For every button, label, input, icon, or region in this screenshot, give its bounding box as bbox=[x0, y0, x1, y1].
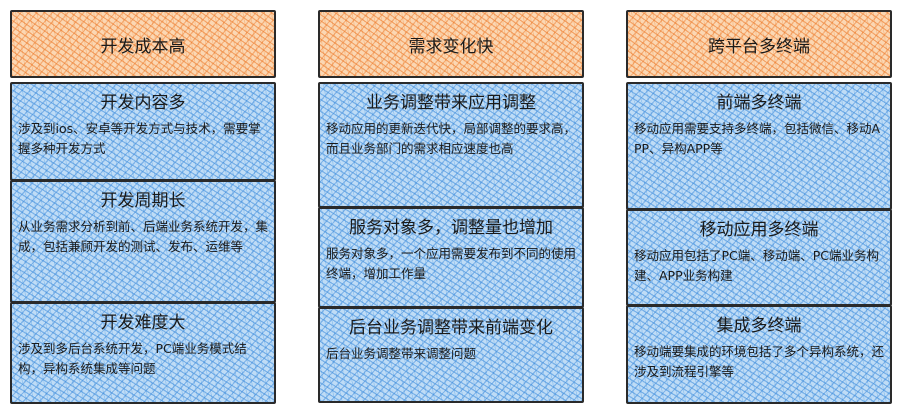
card-service-targets: 服务对象多，调整量也增加 服务对象多，一个应用需要发布到不同的使用终端，增加工作… bbox=[318, 207, 584, 308]
card-description: 涉及到ios、安卓等开发方式与技术，需要掌握多种开发方式 bbox=[18, 121, 261, 156]
card-description: 从业务需求分析到前、后端业务系统开发，集成，包括兼顾开发的测试、发布、运维等 bbox=[18, 219, 269, 254]
card-business-adjustment: 业务调整带来应用调整 移动应用的更新迭代快，局部调整的要求高，而且业务部门的需求… bbox=[318, 82, 584, 208]
card-title: 开发周期长 bbox=[100, 191, 186, 211]
column-header-label: 需求变化快 bbox=[408, 36, 494, 57]
column-header-label: 开发成本高 bbox=[100, 36, 186, 57]
column-header: 跨平台多终端 bbox=[626, 10, 892, 78]
card-description: 后台业务调整带来调整问题 bbox=[326, 346, 477, 361]
card-title: 开发内容多 bbox=[100, 93, 186, 113]
card-description: 移动应用的更新迭代快，局部调整的要求高，而且业务部门的需求相应速度也高 bbox=[326, 121, 577, 156]
card-title: 开发难度大 bbox=[100, 313, 186, 333]
card-dev-difficulty: 开发难度大 涉及到多后台系统开发，PC端业务模式结构，异构系统集成等问题 bbox=[10, 302, 276, 404]
column-header-label: 跨平台多终端 bbox=[708, 36, 810, 57]
card-frontend-terminals: 前端多终端 移动应用需要支持多终端，包括微信、移动APP、异构APP等 bbox=[626, 82, 892, 210]
card-description: 服务对象多，一个应用需要发布到不同的使用终端，增加工作量 bbox=[326, 246, 577, 281]
card-description: 涉及到多后台系统开发，PC端业务模式结构，异构系统集成等问题 bbox=[18, 341, 247, 376]
card-description: 移动应用包括了PC端、移动端、PC端业务构建、APP业务构建 bbox=[634, 248, 880, 283]
card-mobile-terminals: 移动应用多终端 移动应用包括了PC端、移动端、PC端业务构建、APP业务构建 bbox=[626, 209, 892, 306]
card-description: 移动端要集成的环境包括了多个异构系统，还涉及到流程引擎等 bbox=[634, 344, 885, 379]
column-header: 开发成本高 bbox=[10, 10, 276, 78]
card-dev-cycle: 开发周期长 从业务需求分析到前、后端业务系统开发，集成，包括兼顾开发的测试、发布… bbox=[10, 180, 276, 303]
card-dev-content: 开发内容多 涉及到ios、安卓等开发方式与技术，需要掌握多种开发方式 bbox=[10, 82, 276, 181]
card-title: 集成多终端 bbox=[716, 316, 802, 336]
card-title: 业务调整带来应用调整 bbox=[366, 93, 536, 113]
column-header: 需求变化快 bbox=[318, 10, 584, 78]
card-title: 移动应用多终端 bbox=[699, 220, 819, 240]
card-integration-terminals: 集成多终端 移动端要集成的环境包括了多个异构系统，还涉及到流程引擎等 bbox=[626, 305, 892, 404]
card-description: 移动应用需要支持多终端，包括微信、移动APP、异构APP等 bbox=[634, 121, 881, 156]
card-title: 服务对象多，调整量也增加 bbox=[349, 218, 553, 238]
card-backend-adjustment: 后台业务调整带来前端变化 后台业务调整带来调整问题 bbox=[318, 307, 584, 403]
card-title: 后台业务调整带来前端变化 bbox=[349, 318, 553, 338]
card-title: 前端多终端 bbox=[716, 93, 802, 113]
